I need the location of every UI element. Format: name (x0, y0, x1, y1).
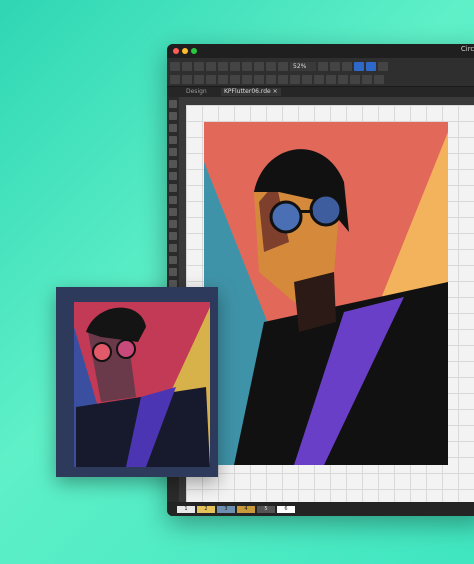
art-right-lens (309, 193, 343, 227)
zoom-level[interactable]: 52% (290, 61, 317, 71)
palette-chip-6[interactable]: 6 (277, 505, 295, 513)
stroke-icon[interactable] (350, 74, 360, 84)
paste-icon[interactable] (254, 61, 264, 71)
zoom-tool-icon[interactable] (169, 172, 177, 180)
title-bar: Circon (167, 44, 474, 58)
align-center-icon[interactable] (182, 74, 192, 84)
artwork-poster[interactable] (204, 122, 448, 465)
brush-tool-icon[interactable] (169, 136, 177, 144)
maximize-window-button[interactable] (191, 48, 197, 54)
view-icon[interactable] (342, 61, 353, 71)
toolbar-row-2 (170, 73, 474, 85)
flip-icon[interactable] (218, 74, 228, 84)
art-glasses-bridge (299, 210, 313, 213)
palette-chip-1[interactable]: 1 (177, 505, 195, 513)
copy-icon[interactable] (242, 61, 252, 71)
photo-left-lens (92, 342, 112, 362)
node-icon[interactable] (290, 74, 300, 84)
settings-icon[interactable] (374, 74, 384, 84)
save-icon[interactable] (182, 61, 192, 71)
cut-icon[interactable] (230, 61, 240, 71)
apple-menu-icon[interactable] (170, 61, 180, 71)
redo-icon[interactable] (278, 61, 288, 71)
grid-icon[interactable] (194, 61, 204, 71)
measure-tool-icon[interactable] (169, 256, 177, 264)
fill-tool-icon[interactable] (169, 196, 177, 204)
undo-icon[interactable] (266, 61, 276, 71)
close-window-button[interactable] (173, 48, 179, 54)
lock-icon[interactable] (314, 74, 324, 84)
align-right-icon[interactable] (194, 74, 204, 84)
distribute-icon[interactable] (206, 74, 216, 84)
palette-chip-5[interactable]: 5 (257, 505, 275, 513)
direct-select-tool-icon[interactable] (169, 112, 177, 120)
export-icon[interactable] (378, 61, 389, 71)
mode-pixel-icon[interactable] (366, 61, 377, 71)
tab-design[interactable]: Design (183, 88, 210, 96)
image-icon[interactable] (206, 61, 216, 71)
eyedropper-tool-icon[interactable] (169, 184, 177, 192)
embroidery-image (56, 287, 218, 477)
canvas[interactable] (186, 105, 474, 502)
hand-tool-icon[interactable] (169, 160, 177, 168)
snap-icon[interactable] (302, 74, 312, 84)
zoom-icon[interactable] (318, 61, 329, 71)
toolbar: 52% (167, 58, 474, 87)
ungroup-icon[interactable] (254, 74, 264, 84)
boolean-icon[interactable] (266, 74, 276, 84)
app-title: Circon (460, 45, 474, 53)
layers-icon[interactable] (326, 74, 336, 84)
color-icon[interactable] (338, 74, 348, 84)
toolbar-row-1: 52% (170, 60, 474, 72)
palette-chip-3[interactable]: 3 (217, 505, 235, 513)
palette-chip-2[interactable]: 2 (197, 505, 215, 513)
gradient-tool-icon[interactable] (169, 220, 177, 228)
tab-document-label: KPFlutter06.rde (224, 88, 271, 95)
mode-vector-icon[interactable] (354, 61, 365, 71)
photo-right-lens (116, 339, 136, 359)
align-left-icon[interactable] (170, 74, 180, 84)
rotate-icon[interactable] (230, 74, 240, 84)
text-tool-icon[interactable] (169, 208, 177, 216)
window-controls (173, 48, 197, 54)
group-icon[interactable] (242, 74, 252, 84)
close-icon[interactable]: × (273, 88, 278, 95)
effects-icon[interactable] (362, 74, 372, 84)
shape-tool-icon[interactable] (169, 148, 177, 156)
art-neck (294, 272, 336, 332)
crop-icon[interactable] (218, 61, 228, 71)
eraser-tool-icon[interactable] (169, 232, 177, 240)
embroidery-photo (56, 287, 218, 477)
select-tool-icon[interactable] (169, 100, 177, 108)
fit-icon[interactable] (330, 61, 341, 71)
rotate-tool-icon[interactable] (169, 268, 177, 276)
path-icon[interactable] (278, 74, 288, 84)
tab-document[interactable]: KPFlutter06.rde × (221, 88, 281, 96)
pen-tool-icon[interactable] (169, 124, 177, 132)
knife-tool-icon[interactable] (169, 244, 177, 252)
color-palette-bar: 1 2 3 4 5 6 (167, 502, 474, 516)
minimize-window-button[interactable] (182, 48, 188, 54)
horizontal-ruler[interactable] (179, 97, 474, 105)
art-left-lens (269, 200, 303, 234)
palette-chip-4[interactable]: 4 (237, 505, 255, 513)
